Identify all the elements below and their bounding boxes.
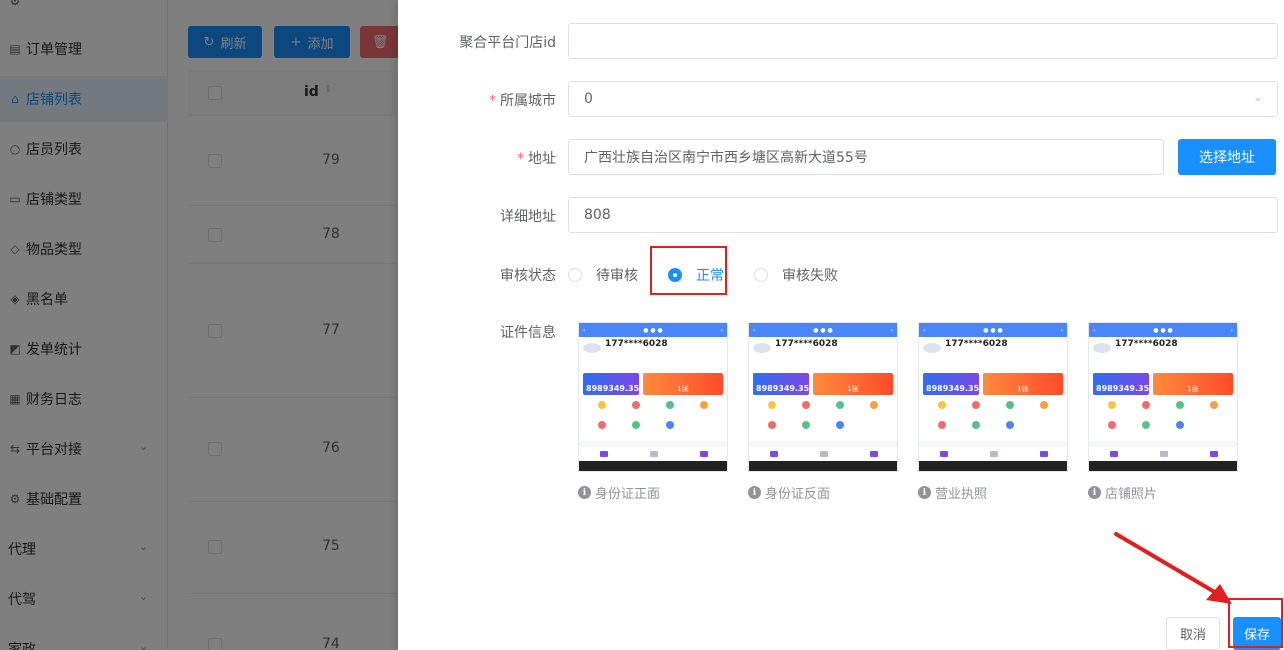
platform-store-id-input[interactable] [568,23,1278,59]
address-detail-label: 详细地址 [500,209,556,225]
avatar [583,343,601,353]
certificate-id-front[interactable]: ‹ ● ● ● › 177****6028 8989349.35 1张 i 身份证正面 [578,322,728,502]
audit-status-label: 审核状态 [500,268,556,284]
city-select[interactable]: 0 ⌄ [568,81,1278,117]
info-icon: i [1088,486,1101,499]
choose-address-button[interactable]: 选择地址 [1178,139,1276,175]
audit-radio-failed[interactable]: 审核失败 [754,265,838,285]
platform-store-id-label: 聚合平台门店id [459,35,556,51]
address-input[interactable]: 广西壮族自治区南宁市西乡塘区高新大道55号 [568,139,1164,175]
certificate-thumbnail[interactable]: ‹ ● ● ● › 177****6028 8989349.35 1张 [1088,322,1238,472]
certificate-store-photo[interactable]: ‹ ● ● ● › 177****6028 8989349.35 1张 i 店铺照片 [1088,322,1238,502]
city-value: 0 [584,91,593,107]
audit-radio-pending[interactable]: 待审核 [568,265,638,285]
info-icon: i [748,486,761,499]
city-label: * 所属城市 [489,93,556,109]
certificates-label: 证件信息 [500,325,556,341]
info-icon: i [918,486,931,499]
address-label: * 地址 [517,151,556,167]
certificate-caption: 身份证反面 [765,487,831,502]
certificate-thumbnail[interactable]: ‹ ● ● ● › 177****6028 8989349.35 1张 [748,322,898,472]
certificate-caption: 营业执照 [935,487,988,502]
certificate-business-license[interactable]: ‹ ● ● ● › 177****6028 8989349.35 1张 i 营业执照 [918,322,1068,502]
annotation-highlight-box [1228,598,1283,648]
radio-circle[interactable] [754,268,768,282]
certificate-thumbnail[interactable]: ‹ ● ● ● › 177****6028 8989349.35 1张 [578,322,728,472]
info-icon: i [578,486,591,499]
cancel-button[interactable]: 取消 [1166,617,1220,650]
annotation-arrow-icon [1114,532,1232,604]
background-app: ⚙ ▤ 订单管理 ⌂ 店铺列表 ○ 店员列表 ▭ 店铺类型 ◇ 物品类型 ◈ 黑… [0,0,398,650]
address-detail-input[interactable]: 808 [568,197,1278,233]
modal-overlay[interactable] [0,0,398,650]
certificate-id-back[interactable]: ‹ ● ● ● › 177****6028 8989349.35 1张 i 身份证反面 [748,322,898,502]
certificate-caption: 店铺照片 [1105,487,1158,502]
certificate-caption: 身份证正面 [595,487,661,502]
avatar [923,343,941,353]
annotation-highlight-box [650,246,727,295]
avatar [753,343,771,353]
certificate-thumbnail[interactable]: ‹ ● ● ● › 177****6028 8989349.35 1张 [918,322,1068,472]
chevron-down-icon: ⌄ [1252,90,1263,104]
avatar [1093,343,1111,353]
radio-circle[interactable] [568,268,582,282]
